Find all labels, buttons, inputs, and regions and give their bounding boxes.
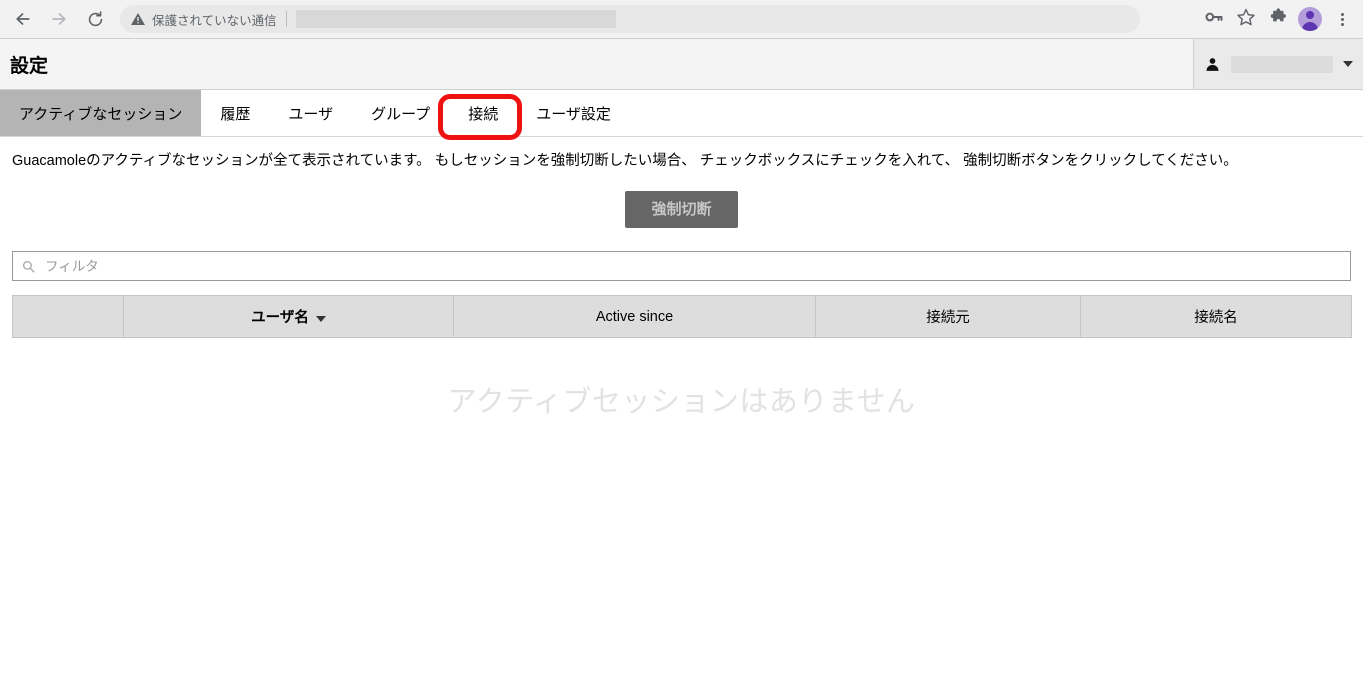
tab-label: アクティブなセッション	[19, 105, 183, 123]
sort-descending-icon	[315, 315, 326, 322]
key-icon	[1204, 7, 1224, 32]
tab-user-preferences[interactable]: ユーザ設定	[517, 90, 630, 136]
action-button-row: 強制切断	[12, 191, 1351, 229]
bookmark-button[interactable]	[1231, 4, 1261, 34]
security-status-label: 保護されていない通信	[152, 13, 277, 28]
user-name-label	[1231, 55, 1333, 73]
reload-button[interactable]	[80, 4, 110, 34]
browser-toolbar: 保護されていない通信	[0, 0, 1363, 39]
chevron-down-icon[interactable]	[1343, 61, 1353, 67]
column-header-remote-host[interactable]: 接続元	[815, 295, 1081, 339]
column-header-select[interactable]	[12, 295, 124, 339]
column-label: ユーザ名	[251, 310, 309, 327]
tab-groups[interactable]: グループ	[352, 90, 449, 136]
column-header-active-since[interactable]: Active since	[453, 295, 816, 339]
star-icon	[1236, 7, 1256, 32]
tab-users[interactable]: ユーザ	[269, 90, 352, 136]
settings-tab-bar: アクティブなセッション 履歴 ユーザ グループ 接続 ユーザ設定	[0, 90, 1363, 140]
arrow-right-icon	[49, 9, 69, 29]
url-text[interactable]	[295, 10, 616, 28]
column-label: 接続元	[926, 310, 970, 327]
forward-button[interactable]	[44, 4, 74, 34]
filter-field[interactable]	[12, 251, 1351, 282]
table-header-row: ユーザ名 Active since 接続元 接続名	[12, 295, 1352, 339]
password-manager-button[interactable]	[1199, 4, 1229, 34]
column-header-connection-name[interactable]: 接続名	[1080, 295, 1352, 339]
person-icon	[1204, 56, 1221, 73]
app-header: 設定	[0, 39, 1363, 90]
omnibox-divider	[285, 11, 287, 27]
tab-connections[interactable]: 接続	[449, 90, 517, 136]
back-button[interactable]	[8, 4, 38, 34]
tab-label: 履歴	[220, 105, 251, 123]
empty-state-message: アクティブセッションはありません	[447, 386, 916, 419]
active-sessions-table: ユーザ名 Active since 接続元 接続名	[12, 295, 1352, 339]
force-disconnect-button[interactable]: 強制切断	[625, 191, 738, 229]
tab-label: グループ	[371, 105, 431, 123]
search-input[interactable]	[43, 257, 1341, 275]
kebab-menu-icon	[1340, 12, 1344, 26]
tab-label: ユーザ	[288, 105, 334, 123]
not-secure-warning-icon	[130, 11, 146, 27]
avatar-icon	[1298, 7, 1322, 31]
toolbar-actions	[1197, 4, 1363, 34]
search-icon	[22, 260, 35, 273]
column-header-username[interactable]: ユーザ名	[123, 295, 454, 339]
column-label: Active since	[595, 308, 674, 325]
page-description: Guacamoleのアクティブなセッションが全て表示されています。 もしセッショ…	[12, 153, 1238, 169]
puzzle-icon	[1269, 7, 1288, 31]
column-label: 接続名	[1194, 310, 1238, 327]
address-bar[interactable]: 保護されていない通信	[120, 5, 1140, 33]
browser-menu-button[interactable]	[1327, 4, 1357, 34]
extensions-button[interactable]	[1263, 4, 1293, 34]
tab-history[interactable]: 履歴	[201, 90, 269, 136]
user-menu[interactable]	[1193, 39, 1363, 89]
tab-label: ユーザ設定	[536, 105, 611, 123]
profile-button[interactable]	[1295, 4, 1325, 34]
main-content: Guacamoleのアクティブなセッションが全て表示されています。 もしセッショ…	[0, 137, 1363, 420]
page-title: 設定	[10, 55, 49, 77]
reload-icon	[86, 10, 105, 29]
arrow-left-icon	[13, 9, 33, 29]
tab-label: 接続	[468, 105, 499, 123]
tab-active-sessions[interactable]: アクティブなセッション	[0, 90, 202, 136]
